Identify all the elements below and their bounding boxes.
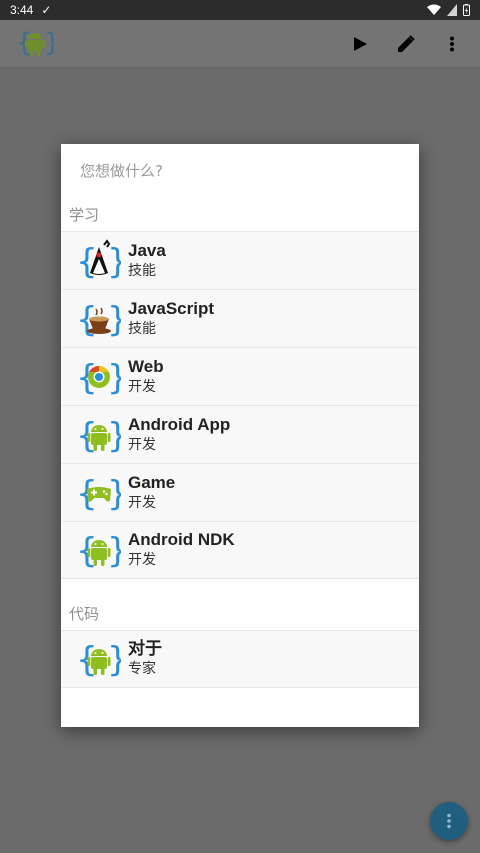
code-list: {}对于专家 [61,630,419,688]
signal-icon [447,4,457,16]
check-icon: ✓ [41,3,52,17]
list-item-subtitle: 技能 [128,262,156,279]
pencil-icon [398,34,415,52]
java-duke-icon: {} [77,238,121,283]
list-item-subtitle: 开发 [128,552,156,568]
aide-android-logo-icon: { } [16,25,61,63]
list-item-texts: Game 开发 [128,473,175,513]
list-item-expert[interactable]: {}对于专家 [61,630,419,688]
list-item-subtitle: 专家 [128,661,156,677]
list-item-web[interactable]: {} Web 开发 [61,347,419,405]
app-bar: { } [0,20,480,68]
run-button[interactable] [348,32,372,56]
chrome-icon: {} [77,355,121,399]
list-item-title: Android NDK [128,530,235,549]
list-item-title: 对于 [128,639,162,658]
section-header-code: 代码 [69,605,100,623]
list-item-game[interactable]: {} Game 开发 [61,463,419,521]
list-item-android-ndk[interactable]: {} Android NDK 开发 [61,521,419,579]
android-icon: {} [77,637,121,681]
list-item-android-app[interactable]: {} Android App 开发 [61,405,419,463]
more-vert-icon [447,813,451,829]
section-header-learn: 学习 [69,206,100,224]
list-item-title: JavaScript [128,298,214,318]
play-icon [354,36,367,51]
wifi-icon [427,4,441,15]
edit-button[interactable] [394,32,418,56]
list-item-java[interactable]: {} Java 技能 [61,231,419,289]
list-item-title: Game [128,472,176,492]
learn-list: {}Java技能{}JavaScript技能{}Web开发{}Android A… [61,231,419,579]
list-item-subtitle: 开发 [128,494,156,511]
list-item-title: Java [128,240,166,260]
list-item-texts: Android NDK 开发 [128,530,235,570]
list-item-texts: 对于 专家 [128,639,162,679]
android-icon: {} [77,528,121,572]
list-item-javascript[interactable]: {} JavaScript 技能 [61,289,419,347]
list-item-texts: Web 开发 [128,357,164,397]
svg-text:}: } [107,300,121,340]
more-fab-button[interactable] [430,802,468,840]
list-item-texts: Java 技能 [128,241,166,281]
list-item-subtitle: 开发 [128,436,156,453]
coffee-cup-icon: {} [77,297,121,341]
svg-text:}: } [107,242,121,282]
list-item-subtitle: 技能 [128,320,156,337]
list-item-title: Web [128,356,164,376]
status-bar: 3:44 ✓ [0,0,480,20]
list-item-texts: Android App 开发 [128,415,230,455]
status-icons [427,4,470,16]
battery-icon [463,4,470,16]
status-time: 3:44 [10,3,34,17]
android-icon: {} [77,413,121,457]
gamepad-icon: {} [77,471,121,515]
dialog-title: 您想做什么? [80,162,163,180]
what-to-do-dialog: 您想做什么? 学习 {}Java技能{}JavaScript技能{}Web开发{… [61,144,419,727]
list-item-texts: JavaScript 技能 [128,299,214,339]
svg-text:}: } [44,28,54,58]
list-item-subtitle: 开发 [128,378,156,395]
overflow-menu-button[interactable] [440,32,464,56]
more-vert-icon [450,36,454,51]
list-item-title: Android App [128,414,231,434]
